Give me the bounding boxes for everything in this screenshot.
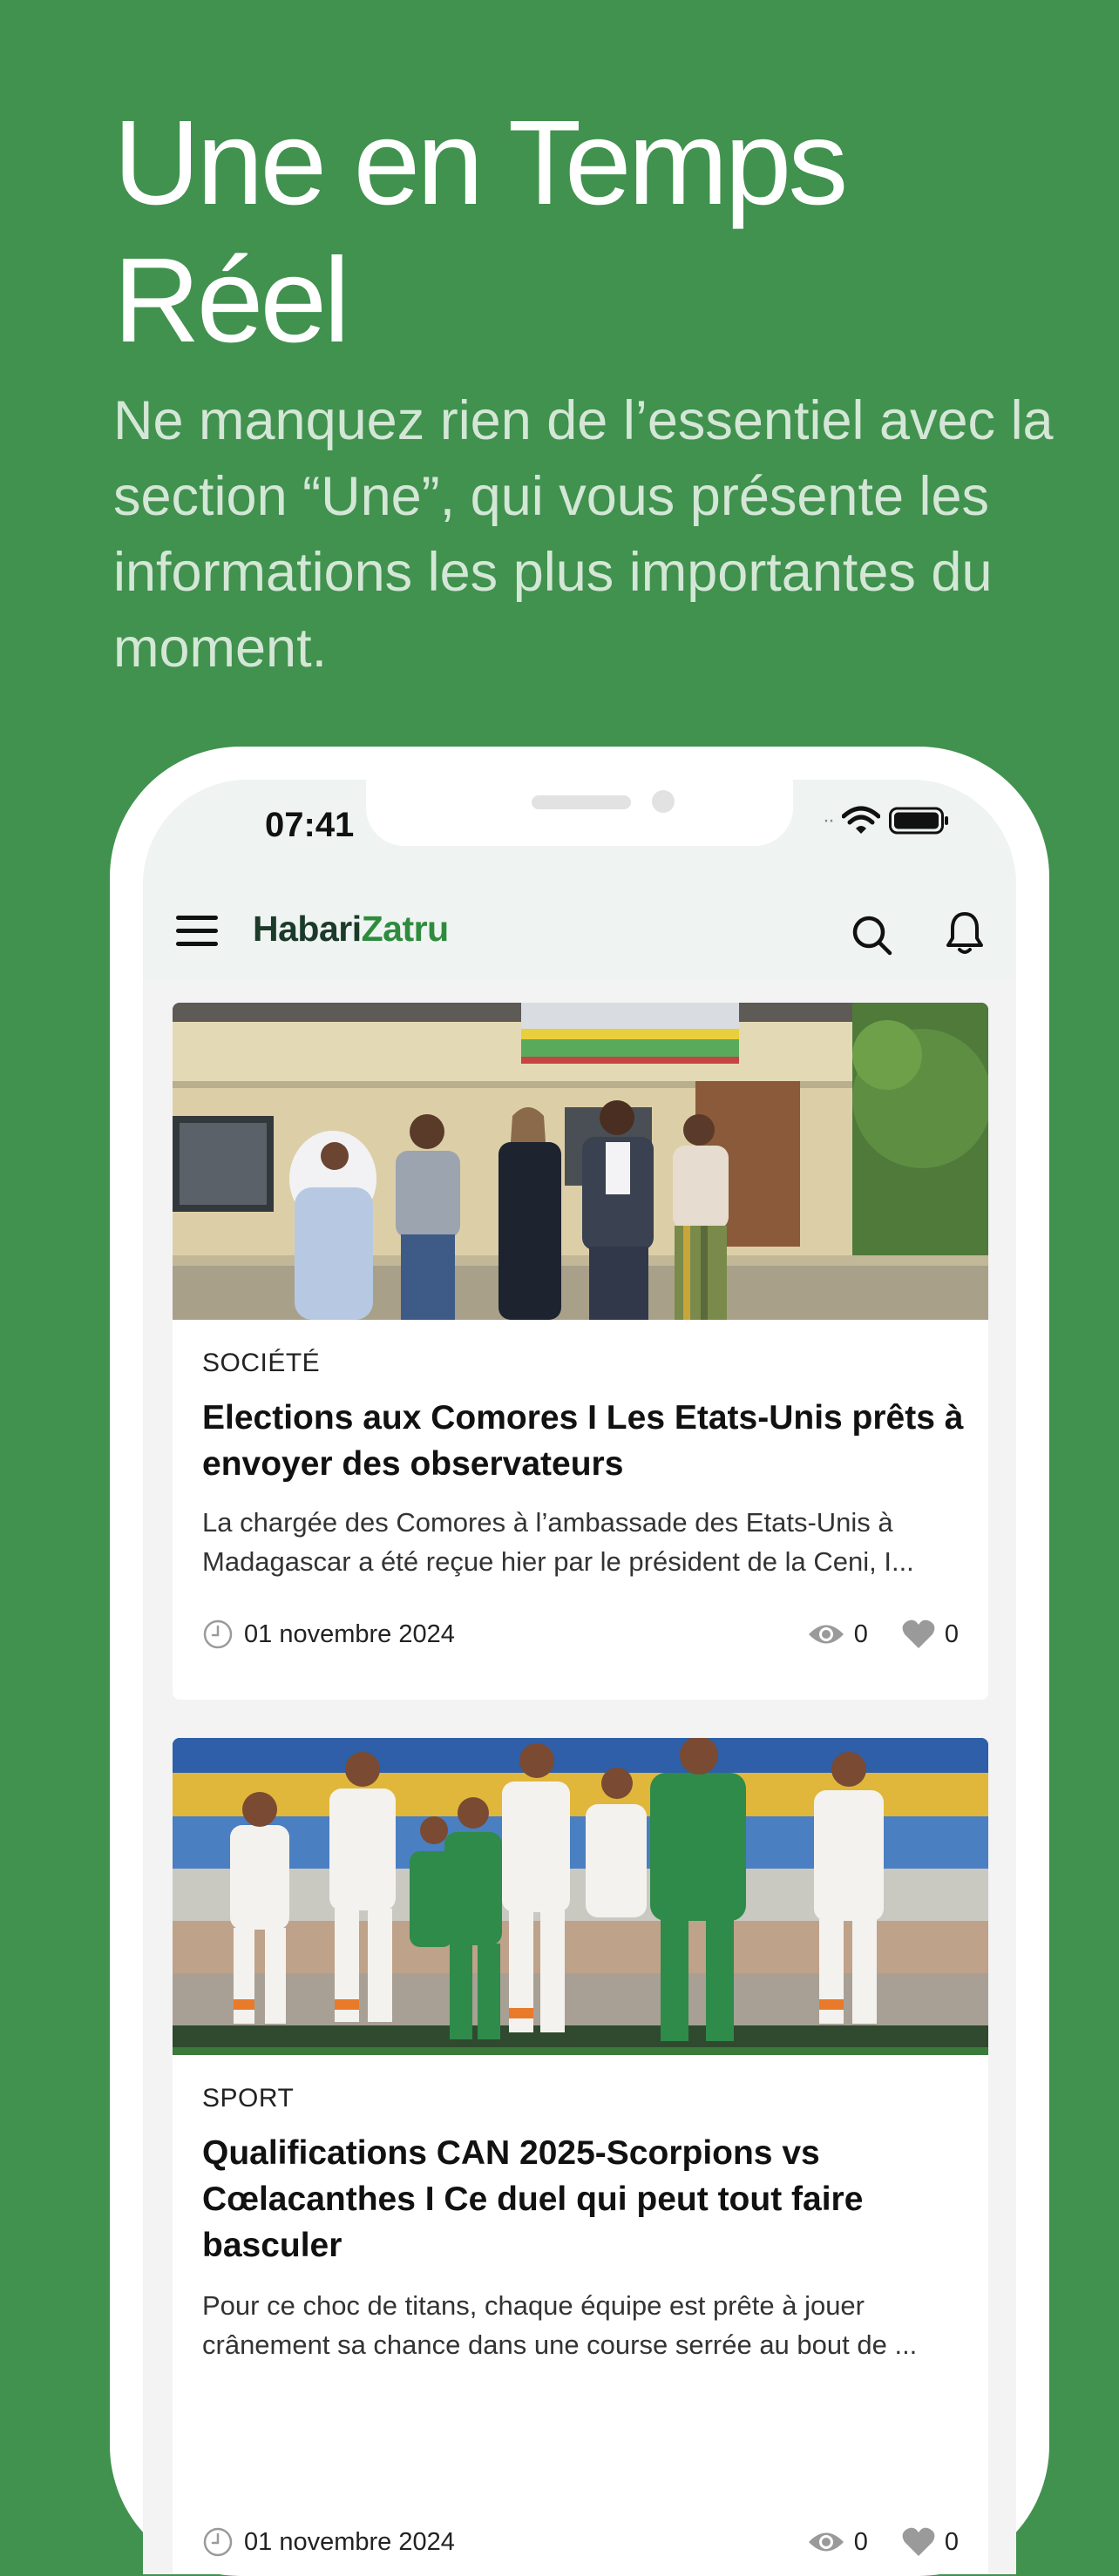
battery-icon — [888, 807, 948, 835]
status-time: 07:41 — [265, 806, 355, 844]
menu-icon[interactable] — [176, 914, 218, 949]
article-image-football-players[interactable] — [173, 1738, 988, 2055]
article-card[interactable]: SOCIÉTÉ Elections aux Comores I Les Etat… — [173, 1003, 988, 1700]
phone-screen: 07:41 ·· HabariZatru SOCIÉTÉ Elections a… — [143, 780, 1016, 2574]
hero-subtitle: Ne manquez rien de l’essentiel avec la s… — [113, 390, 1054, 679]
phone-frame: 07:41 ·· HabariZatru SOCIÉTÉ Elections a… — [110, 747, 1049, 2576]
article-excerpt: La chargée des Comores à l’ambassade des… — [202, 1507, 914, 1577]
article-title[interactable]: Elections aux Comores I Les Etats-Unis p… — [202, 1395, 969, 1487]
article-image-people-outside-building[interactable] — [173, 1003, 988, 1320]
clock-icon — [203, 2527, 233, 2557]
article-stats: 0 0 — [807, 2526, 959, 2558]
article-date-text: 01 novembre 2024 — [244, 2527, 455, 2556]
app-logo[interactable]: HabariZatru — [253, 909, 449, 950]
article-category[interactable]: SOCIÉTÉ — [202, 1349, 320, 1378]
likes-count: 0 — [944, 1619, 959, 1648]
article-excerpt: Pour ce choc de titans, chaque équipe es… — [202, 2290, 918, 2360]
phone-notch — [366, 780, 793, 846]
views-count: 0 — [853, 2527, 868, 2556]
hero-title-line2: Réel — [113, 233, 350, 368]
wifi-icon — [841, 806, 880, 834]
hero-title-line1: Une en Temps — [113, 96, 848, 230]
article-date: 01 novembre 2024 — [202, 2526, 455, 2558]
article-category[interactable]: SPORT — [202, 2084, 294, 2113]
clock-icon — [203, 1619, 233, 1649]
heart-icon[interactable] — [901, 2526, 936, 2558]
article-title[interactable]: Qualifications CAN 2025-Scorpions vs Cœl… — [202, 2130, 969, 2268]
signal-icon: ·· — [823, 808, 835, 832]
app-header: HabariZatru — [143, 884, 1016, 980]
logo-part-habari: Habari — [253, 909, 362, 949]
article-stats: 0 0 — [807, 1619, 959, 1650]
article-date-text: 01 novembre 2024 — [244, 1619, 455, 1648]
hero-title: Une en Temps Réel — [113, 94, 1072, 369]
article-card[interactable]: SPORT Qualifications CAN 2025-Scorpions … — [173, 1738, 988, 2574]
status-bar: 07:41 ·· — [143, 780, 1016, 884]
views-count: 0 — [853, 1619, 868, 1648]
search-icon[interactable] — [851, 914, 892, 956]
status-icons: ·· — [823, 806, 950, 835]
heart-icon[interactable] — [901, 1619, 936, 1650]
logo-part-zatru: Zatru — [361, 909, 450, 949]
bell-icon[interactable] — [945, 910, 985, 956]
front-camera — [652, 790, 675, 813]
likes-count: 0 — [944, 2527, 959, 2556]
eye-icon — [808, 1625, 844, 1644]
eye-icon — [808, 2532, 844, 2552]
speaker-grille — [532, 795, 631, 809]
article-date: 01 novembre 2024 — [202, 1619, 455, 1650]
